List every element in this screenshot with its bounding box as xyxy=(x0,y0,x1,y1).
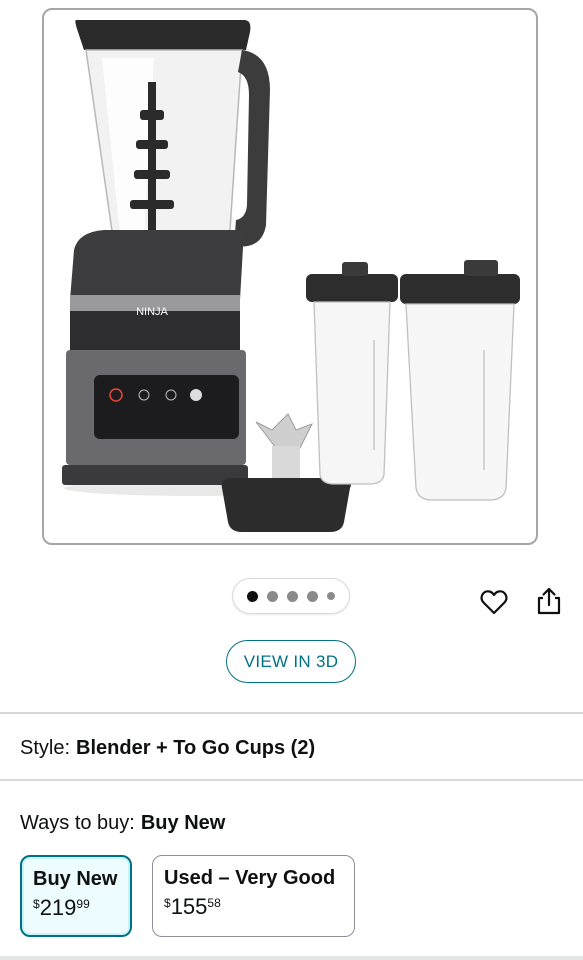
price-currency: $ xyxy=(33,897,40,911)
price-fraction: 58 xyxy=(207,896,221,910)
buy-new-option[interactable]: Buy New $21999 xyxy=(20,855,132,937)
style-label: Style: xyxy=(20,737,71,759)
price-fraction: 99 xyxy=(76,897,90,911)
wishlist-button[interactable] xyxy=(479,587,509,617)
view-in-3d-button[interactable]: VIEW IN 3D xyxy=(226,640,356,683)
carousel-dot[interactable] xyxy=(287,590,298,602)
divider xyxy=(0,779,583,781)
carousel-dot[interactable] xyxy=(247,590,258,602)
carousel-dot[interactable] xyxy=(327,592,335,600)
share-icon xyxy=(537,587,561,615)
option-title: Used – Very Good xyxy=(164,867,336,889)
style-selector[interactable]: Style: Blender + To Go Cups (2) xyxy=(20,737,315,760)
used-very-good-option[interactable]: Used – Very Good $15558 xyxy=(152,855,355,937)
option-title: Buy New xyxy=(33,868,118,890)
heart-icon xyxy=(480,590,508,615)
price-currency: $ xyxy=(164,896,171,910)
price-whole: 155 xyxy=(170,894,208,919)
blender-illustration: NINJA xyxy=(62,20,520,532)
ways-to-buy-value: Buy New xyxy=(140,812,226,834)
ways-to-buy-label: Ways to buy: xyxy=(20,812,135,834)
image-carousel-indicator[interactable] xyxy=(232,578,350,614)
price-whole: 219 xyxy=(39,895,77,920)
brand-mark: NINJA xyxy=(136,306,168,318)
style-value: Blender + To Go Cups (2) xyxy=(76,737,316,759)
carousel-dot[interactable] xyxy=(307,590,318,602)
divider xyxy=(0,712,583,714)
divider xyxy=(0,956,583,960)
option-price: $21999 xyxy=(33,895,119,921)
option-price: $15558 xyxy=(164,894,343,920)
product-image[interactable]: NINJA xyxy=(42,8,538,545)
ways-to-buy: Ways to buy: Buy New xyxy=(20,812,225,835)
carousel-dot[interactable] xyxy=(267,590,278,602)
share-button[interactable] xyxy=(534,586,564,616)
